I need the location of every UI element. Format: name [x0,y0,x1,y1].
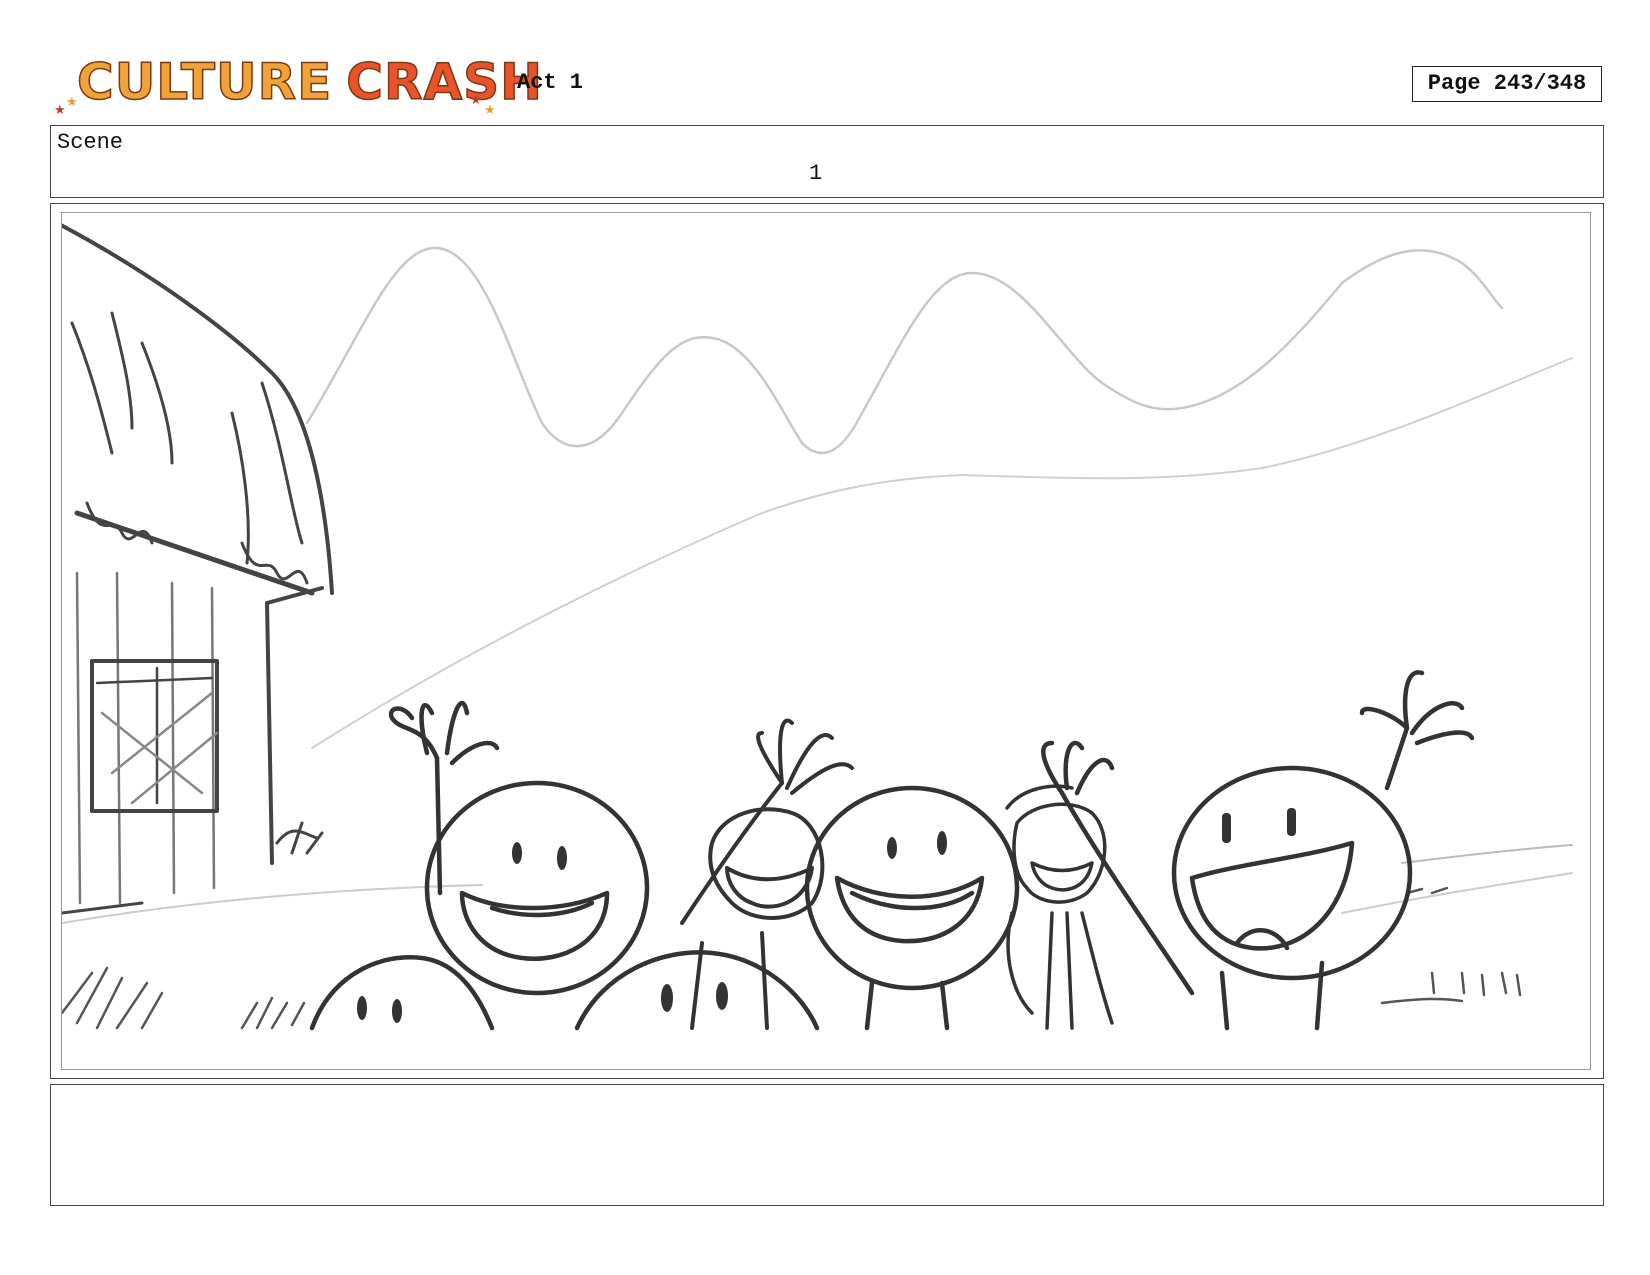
storyboard-sketch [61,212,1591,1070]
character-kid-3 [804,785,1020,1031]
mountain-ridge [305,246,1504,455]
ground-line [1401,844,1573,864]
character-kid-1 [388,700,650,996]
notes-box [50,1084,1604,1206]
character-kid-2 [680,718,854,1030]
logo-word-crash: CRASH [346,52,543,112]
barn [62,223,334,915]
ground-line [1341,872,1573,914]
character-kid-5 [1041,670,1475,1031]
scene-label: Scene [57,130,124,155]
scene-box: Scene 1 [50,125,1604,198]
logo-word-culture: CULTURE [76,52,333,112]
star-icon: ★ [54,103,66,118]
storyboard-panel-frame [50,203,1604,1079]
star-icon: ★ [470,93,482,108]
page-counter: Page 243/348 [1412,66,1602,102]
scene-number: 1 [809,161,823,186]
culture-crash-logo: CULTURE CRASH ★ ★ ★ ★ [52,46,543,124]
grass [62,886,1522,1030]
star-icon: ★ [484,103,496,118]
star-icon: ★ [66,95,78,110]
character-kid-4 [1005,784,1114,1030]
hill-line [311,357,1573,749]
act-label: Act 1 [517,70,584,95]
